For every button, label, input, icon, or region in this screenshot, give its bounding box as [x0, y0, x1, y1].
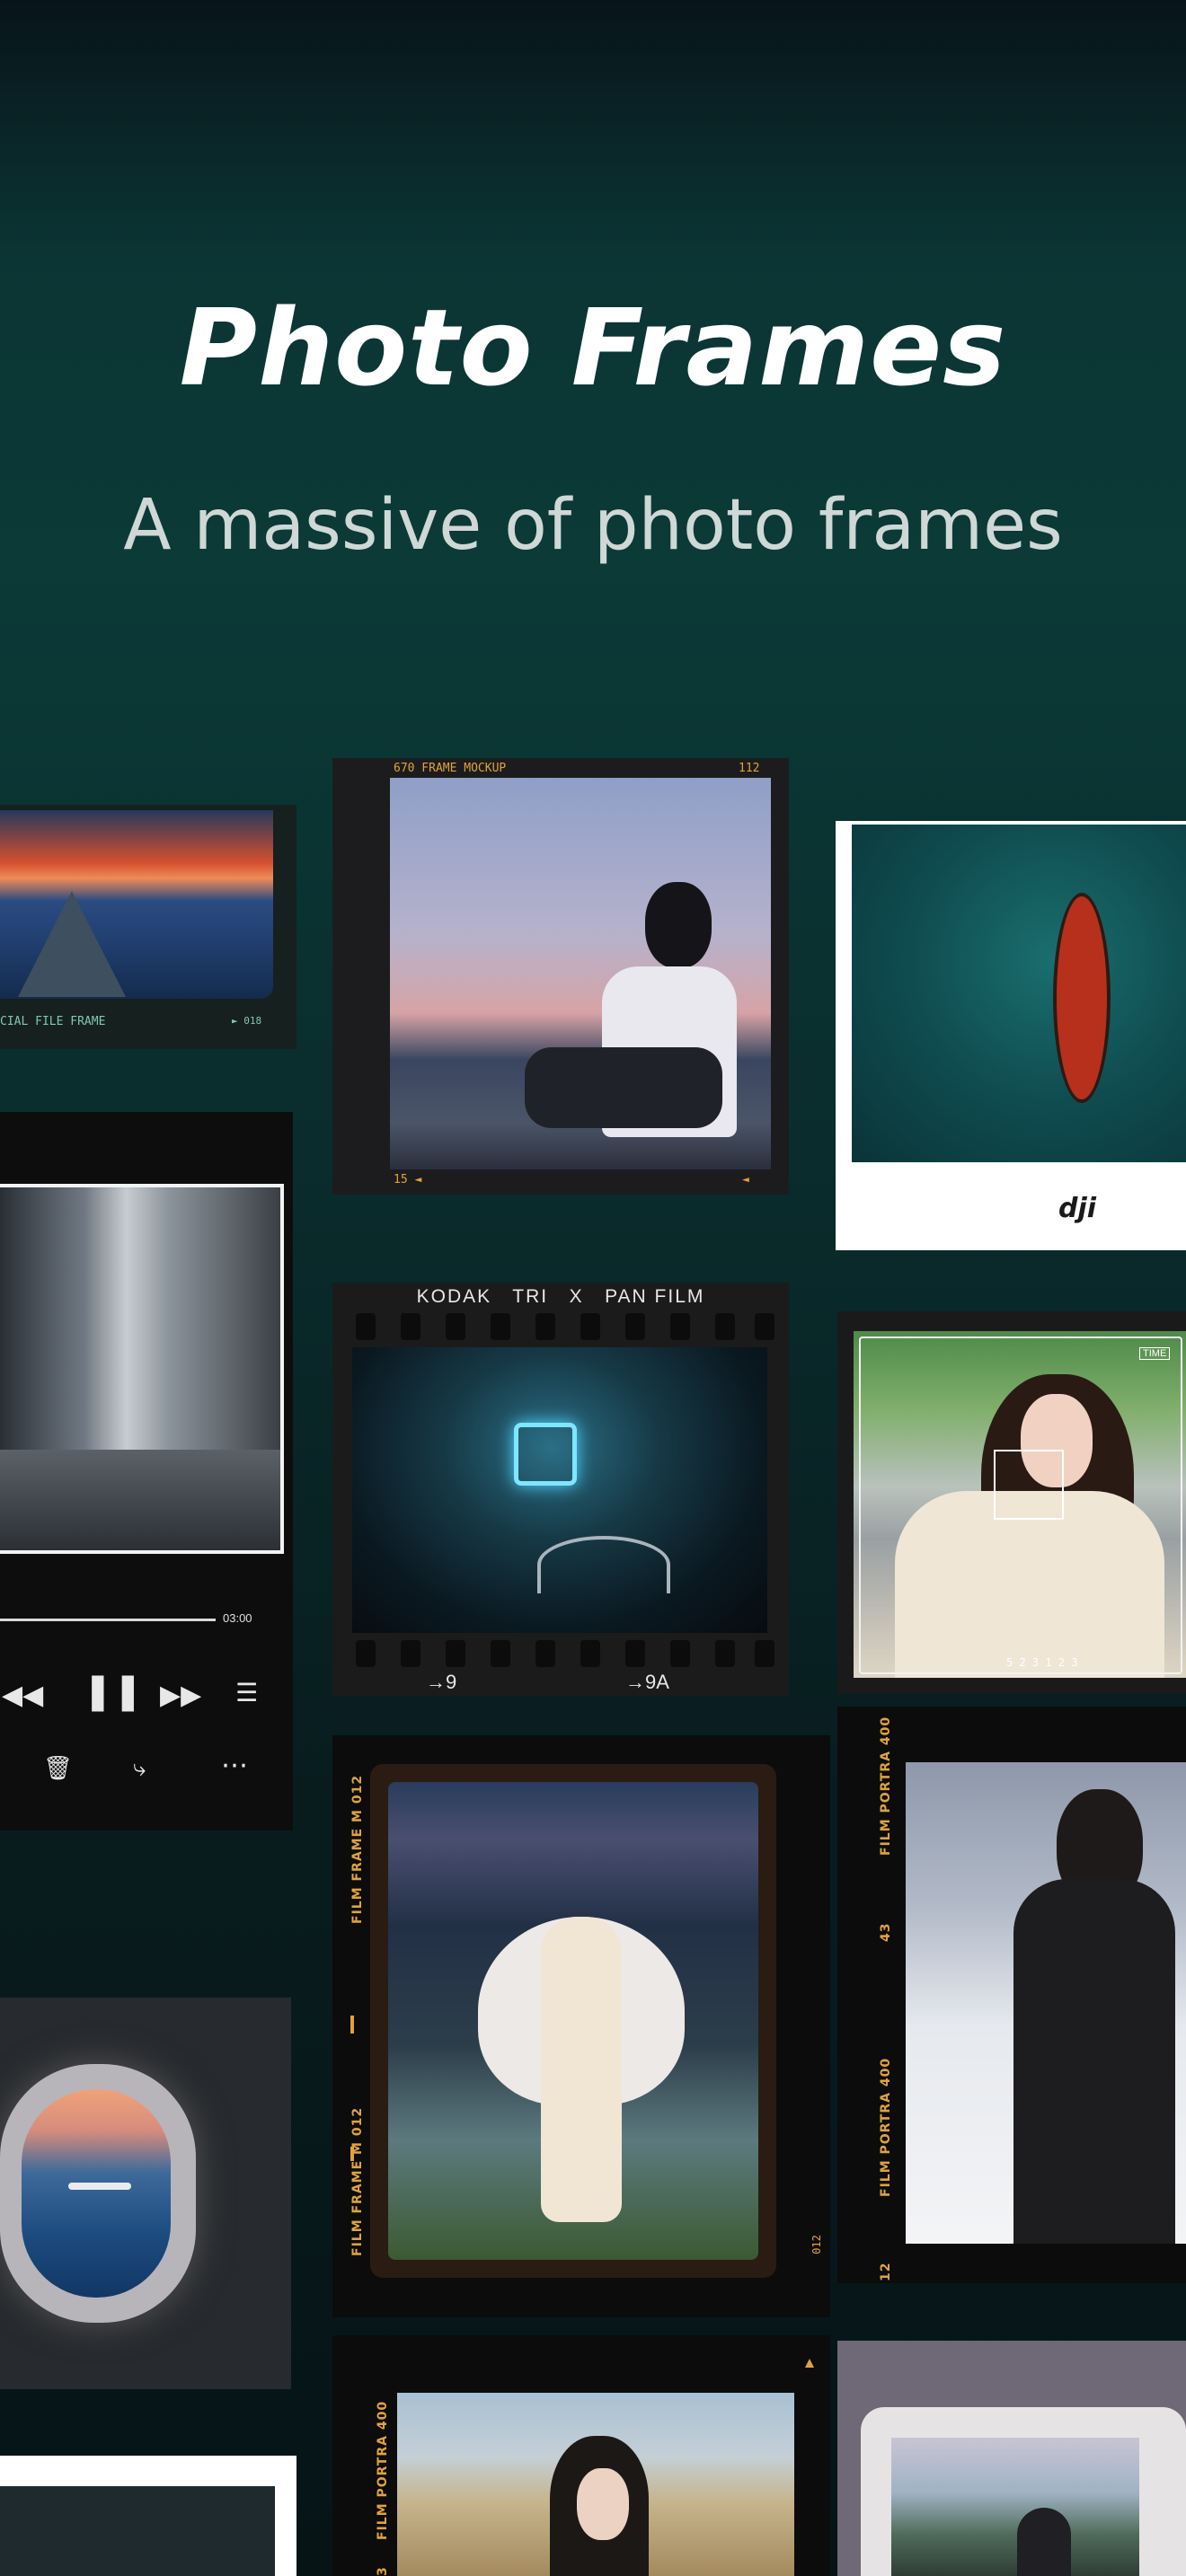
more-icon[interactable]: ⋯ — [221, 1750, 248, 1781]
portra-snow-label-top: FILM PORTRA 400 — [879, 1716, 893, 1856]
portra-bottom-label: FILM PORTRA 400 — [376, 2400, 390, 2540]
window-frame — [0, 2064, 196, 2323]
film-frame-m012-card[interactable]: FILM FRAME M 012 FILM FRAME M 012 012 — [332, 1735, 830, 2317]
kodak-photo — [352, 1347, 767, 1633]
pier-photo — [0, 810, 273, 999]
window-view-photo — [22, 2089, 171, 2298]
pastel-frame-border — [861, 2407, 1186, 2576]
film-frame-marker-mid — [350, 2147, 354, 2161]
mockup-silhouette-head — [645, 882, 712, 968]
airplane-window-card[interactable] — [0, 1998, 291, 2389]
white-frame-photo — [0, 2486, 275, 2576]
film-portra-bottom-card[interactable]: FILM PORTRA 400 3 — [332, 2335, 830, 2576]
fast-forward-icon[interactable]: ▶▶ — [160, 1680, 201, 1711]
film-frame-right-code: 012 — [810, 2235, 823, 2254]
rewind-icon[interactable]: ◀◀ — [2, 1680, 43, 1711]
portra-snow-label-mid: 43 — [879, 1922, 893, 1942]
pastel-frame-card[interactable] — [837, 2341, 1186, 2576]
angel-photo — [370, 1764, 776, 2278]
player-album-photo — [0, 1184, 284, 1554]
angel-photo-inner — [388, 1782, 758, 2260]
portra-bottom-number: 3 — [376, 2566, 390, 2576]
playlist-icon[interactable]: ☰ — [235, 1678, 258, 1707]
snow-woman-coat — [1013, 1879, 1175, 2244]
pastel-couple — [1017, 2508, 1071, 2576]
mockup-bottom-right: ◄ — [742, 1173, 749, 1187]
film-frame-marker-top — [350, 2016, 354, 2033]
mockup-frame-card[interactable]: 670 FRAME MOCKUP 112 15 ◄ ◄ — [332, 758, 789, 1195]
mockup-bottom-left: 15 ◄ — [394, 1173, 422, 1187]
neon-shirt-sign — [514, 1423, 577, 1486]
pier-code: ► 018 — [232, 1015, 262, 1027]
window-plane — [68, 2183, 131, 2190]
share-icon[interactable]: ⤷ — [133, 1755, 146, 1783]
pastel-frame-photo — [891, 2438, 1139, 2576]
portra-snow-label-bottom: FILM PORTRA 400 — [879, 2057, 893, 2197]
mockup-photo — [390, 778, 771, 1169]
portra-bottom-photo — [397, 2393, 794, 2576]
mockup-silhouette-legs — [525, 1047, 722, 1128]
camera-viewfinder-card[interactable]: TIME 5 2 3 1 2 3 — [837, 1311, 1186, 1694]
pause-icon[interactable]: ❚❚ — [83, 1671, 143, 1712]
kodak-frame-right: →9A — [625, 1671, 669, 1693]
pier-caption: CIAL FILE FRAME — [0, 1015, 106, 1028]
angel-figure — [541, 1917, 622, 2222]
player-progress-bar[interactable] — [0, 1619, 216, 1621]
music-player-card[interactable]: 03:00 ◀◀ ❚❚ ▶▶ ☰ 🗑 ⤷ ⋯ — [0, 1112, 293, 1831]
pier-dock — [18, 891, 126, 997]
snow-photo — [906, 1762, 1186, 2244]
player-time: 03:00 — [223, 1611, 252, 1625]
page-subtitle: A massive of photo frames — [123, 485, 1063, 566]
dji-logo: dji — [1058, 1193, 1097, 1224]
kodak-frame-left: →9 — [426, 1671, 457, 1693]
film-portra-snow-card[interactable]: FILM PORTRA 400 43 FILM PORTRA 400 12 — [837, 1707, 1186, 2283]
boat-photo — [852, 825, 1186, 1162]
mockup-top-right: 112 — [739, 762, 760, 775]
bicycle — [537, 1536, 670, 1593]
trash-icon[interactable]: 🗑 — [43, 1755, 73, 1782]
viewfinder-border — [859, 1337, 1182, 1674]
dji-boat-frame-card[interactable]: dji — [836, 821, 1186, 1250]
kodak-film-frame-card[interactable]: KODAK TRI X PAN FILM →9 →9A — [332, 1283, 789, 1696]
page-title: Photo Frames — [179, 286, 1007, 410]
pier-frame-card[interactable]: CIAL FILE FRAME ► 018 — [0, 805, 296, 1049]
mockup-top-left: 670 FRAME MOCKUP — [394, 762, 507, 775]
portra-woman-face — [577, 2468, 629, 2540]
kodak-title: KODAK TRI X PAN FILM — [416, 1286, 705, 1307]
player-photo-street — [0, 1450, 280, 1550]
portra-snow-bottom-code: 12 — [879, 2262, 893, 2281]
portra-bottom-marker — [805, 2359, 814, 2368]
white-frame-card[interactable] — [0, 2456, 296, 2576]
film-frame-label-top: FILM FRAME M 012 — [350, 1774, 365, 1924]
boat-shape — [1053, 893, 1111, 1103]
film-frame-label-bottom: FILM FRAME M 012 — [350, 2106, 365, 2256]
